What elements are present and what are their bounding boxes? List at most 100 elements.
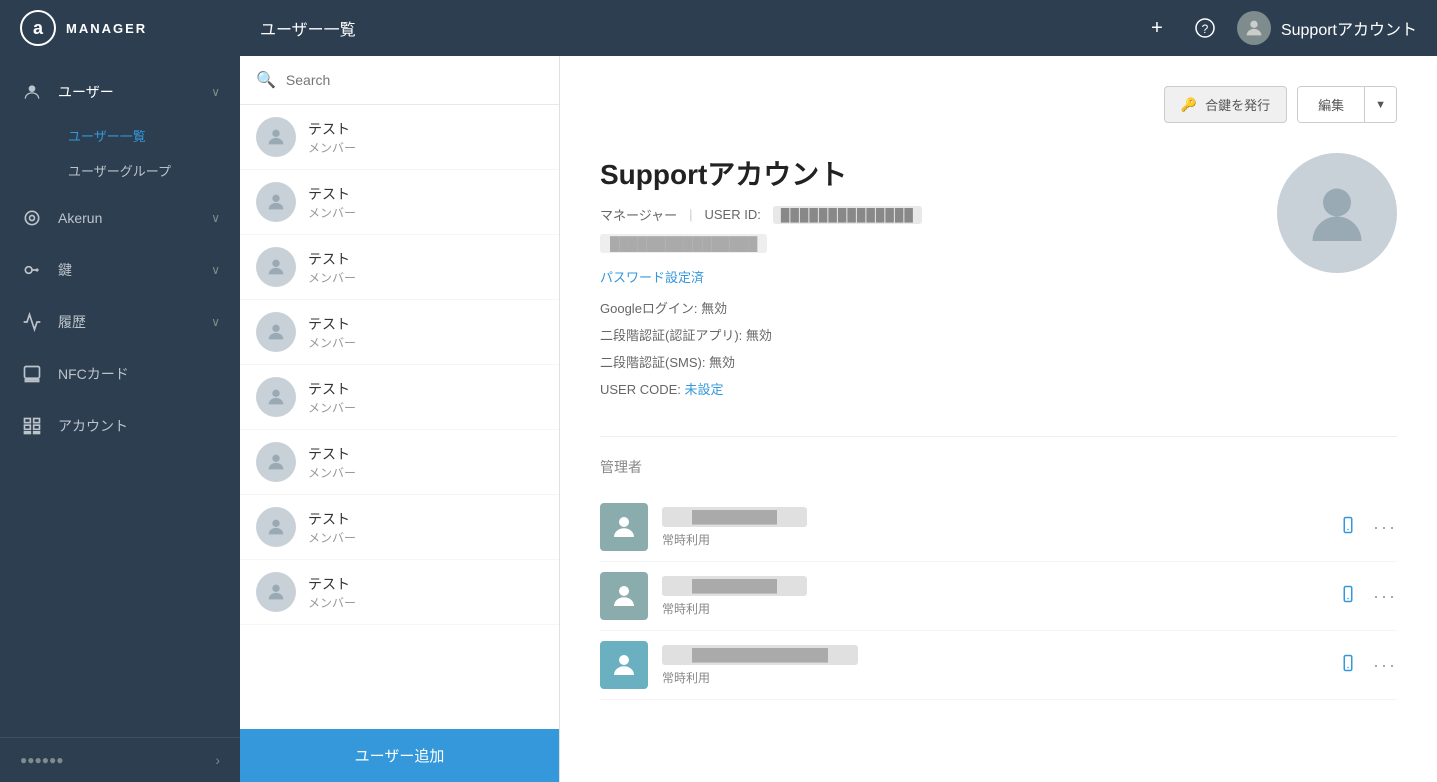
sidebar-history-label: 履歴	[58, 312, 197, 332]
user-list-panel: 🔍 テスト メンバー テスト メンバー	[240, 56, 560, 782]
user-avatar-large	[1277, 153, 1397, 273]
issue-key-label: 合鍵を発行	[1205, 95, 1270, 114]
keys-chevron-icon: ∨	[211, 263, 220, 277]
sidebar-footer-text: ●●●●●●	[20, 753, 64, 767]
manager-actions: ···	[1339, 585, 1397, 608]
list-item[interactable]: テスト メンバー	[240, 300, 559, 365]
logo-icon: a	[20, 10, 56, 46]
more-options-button[interactable]: ···	[1373, 655, 1397, 676]
user-id-label: USER ID:	[704, 207, 760, 222]
sidebar-item-users[interactable]: ユーザー ∨	[0, 66, 240, 118]
sidebar-item-history[interactable]: 履歴 ∨	[0, 296, 240, 348]
user-role: メンバー	[308, 204, 356, 221]
user-role: メンバー	[308, 464, 356, 481]
sidebar-item-nfc[interactable]: NFCカード	[0, 348, 240, 400]
manager-avatar-icon	[609, 512, 639, 542]
user-account[interactable]: Supportアカウント	[1237, 11, 1417, 45]
manager-label: MANAGER	[66, 21, 147, 36]
main-content: 🔑 合鍵を発行 編集 ▼ Supportアカウント マネージャー | USER …	[560, 56, 1437, 782]
sidebar-footer[interactable]: ●●●●●● ›	[0, 737, 240, 782]
account-name: Supportアカウント	[1281, 16, 1417, 40]
more-options-button[interactable]: ···	[1373, 586, 1397, 607]
user-info: テスト メンバー	[308, 249, 356, 286]
table-row: ████████████████ 常時利用 ···	[600, 631, 1397, 700]
edit-button[interactable]: 編集	[1298, 87, 1364, 122]
history-nav-icon	[20, 310, 44, 334]
manager-usage: 常時利用	[662, 600, 1325, 617]
avatar-icon	[265, 451, 287, 473]
manager-actions: ···	[1339, 516, 1397, 539]
sidebar-nav: ユーザー ∨ ユーザー一覧 ユーザーグループ	[0, 56, 240, 737]
user-name: テスト	[308, 379, 356, 399]
avatar-icon	[265, 126, 287, 148]
help-button[interactable]: ?	[1189, 12, 1221, 44]
search-input[interactable]	[286, 72, 543, 88]
avatar-icon	[265, 386, 287, 408]
sidebar: ユーザー ∨ ユーザー一覧 ユーザーグループ	[0, 56, 240, 782]
issue-key-button[interactable]: 🔑 合鍵を発行	[1164, 86, 1287, 123]
managers-list: ██████████ 常時利用 ··· ██████████ 常時利用	[600, 493, 1397, 700]
avatar-icon	[265, 581, 287, 603]
list-item[interactable]: テスト メンバー	[240, 235, 559, 300]
sidebar-sub-nav: ユーザー一覧 ユーザーグループ	[0, 118, 240, 192]
sidebar-footer-chevron-icon: ›	[215, 752, 220, 768]
sidebar-item-akerun[interactable]: Akerun ∨	[0, 192, 240, 244]
user-list: テスト メンバー テスト メンバー テスト メンバー	[240, 105, 559, 729]
manager-name-text: ██████████	[662, 576, 807, 596]
user-role: メンバー	[308, 594, 356, 611]
user-info: テスト メンバー	[308, 184, 356, 221]
sidebar-akerun-label: Akerun	[58, 210, 197, 226]
manager-avatar-icon	[609, 581, 639, 611]
list-item[interactable]: テスト メンバー	[240, 170, 559, 235]
list-item[interactable]: テスト メンバー	[240, 560, 559, 625]
user-info: テスト メンバー	[308, 574, 356, 611]
list-item[interactable]: テスト メンバー	[240, 105, 559, 170]
user-avatar-small	[256, 572, 296, 612]
table-row: ██████████ 常時利用 ···	[600, 493, 1397, 562]
top-header: a MANAGER ユーザー一覧 + ? Supportアカウント	[0, 0, 1437, 56]
two-factor-sms-setting: 二段階認証(SMS): 無効	[600, 352, 1237, 371]
edit-button-group: 編集 ▼	[1297, 86, 1397, 123]
more-options-button[interactable]: ···	[1373, 517, 1397, 538]
section-divider	[600, 436, 1397, 437]
list-item[interactable]: テスト メンバー	[240, 365, 559, 430]
sidebar-item-user-list[interactable]: ユーザー一覧	[58, 118, 240, 153]
add-user-button[interactable]: ユーザー追加	[240, 729, 559, 782]
user-info: テスト メンバー	[308, 509, 356, 546]
main-layout: ユーザー ∨ ユーザー一覧 ユーザーグループ	[0, 56, 1437, 782]
user-code-value: 未設定	[685, 382, 724, 397]
password-status-link[interactable]: パスワード設定済	[600, 267, 1237, 286]
phone-icon[interactable]	[1339, 516, 1357, 539]
user-code-label: USER CODE:	[600, 382, 681, 397]
user-role: メンバー	[308, 399, 356, 416]
manager-name-text: ██████████	[662, 507, 807, 527]
logo-letter: a	[33, 18, 43, 39]
user-details: Supportアカウント マネージャー | USER ID: █████████…	[600, 153, 1237, 406]
sidebar-item-keys[interactable]: 鍵 ∨	[0, 244, 240, 296]
sidebar-item-account[interactable]: アカウント	[0, 400, 240, 452]
sidebar-item-user-groups[interactable]: ユーザーグループ	[58, 153, 240, 188]
manager-usage: 常時利用	[662, 669, 1325, 686]
phone-icon[interactable]	[1339, 585, 1357, 608]
avatar-icon	[265, 191, 287, 213]
history-chevron-icon: ∨	[211, 315, 220, 329]
search-bar: 🔍	[240, 56, 559, 105]
list-item[interactable]: テスト メンバー	[240, 430, 559, 495]
phone-icon[interactable]	[1339, 654, 1357, 677]
edit-dropdown-button[interactable]: ▼	[1364, 87, 1396, 122]
nfc-nav-icon	[20, 362, 44, 386]
user-nav-icon	[20, 80, 44, 104]
add-button[interactable]: +	[1141, 12, 1173, 44]
content-header: 🔑 合鍵を発行 編集 ▼	[600, 86, 1397, 123]
avatar-icon	[265, 256, 287, 278]
user-name: テスト	[308, 314, 356, 334]
sidebar-users-label: ユーザー	[58, 82, 197, 102]
user-code-row: USER CODE: 未設定	[600, 379, 1237, 398]
user-avatar-small	[256, 117, 296, 157]
user-avatar-small	[256, 377, 296, 417]
sidebar-nfc-label: NFCカード	[58, 364, 220, 384]
user-meta: マネージャー | USER ID: ██████████████	[600, 205, 1237, 224]
manager-name-text: ████████████████	[662, 645, 858, 665]
user-avatar-small	[256, 312, 296, 352]
list-item[interactable]: テスト メンバー	[240, 495, 559, 560]
